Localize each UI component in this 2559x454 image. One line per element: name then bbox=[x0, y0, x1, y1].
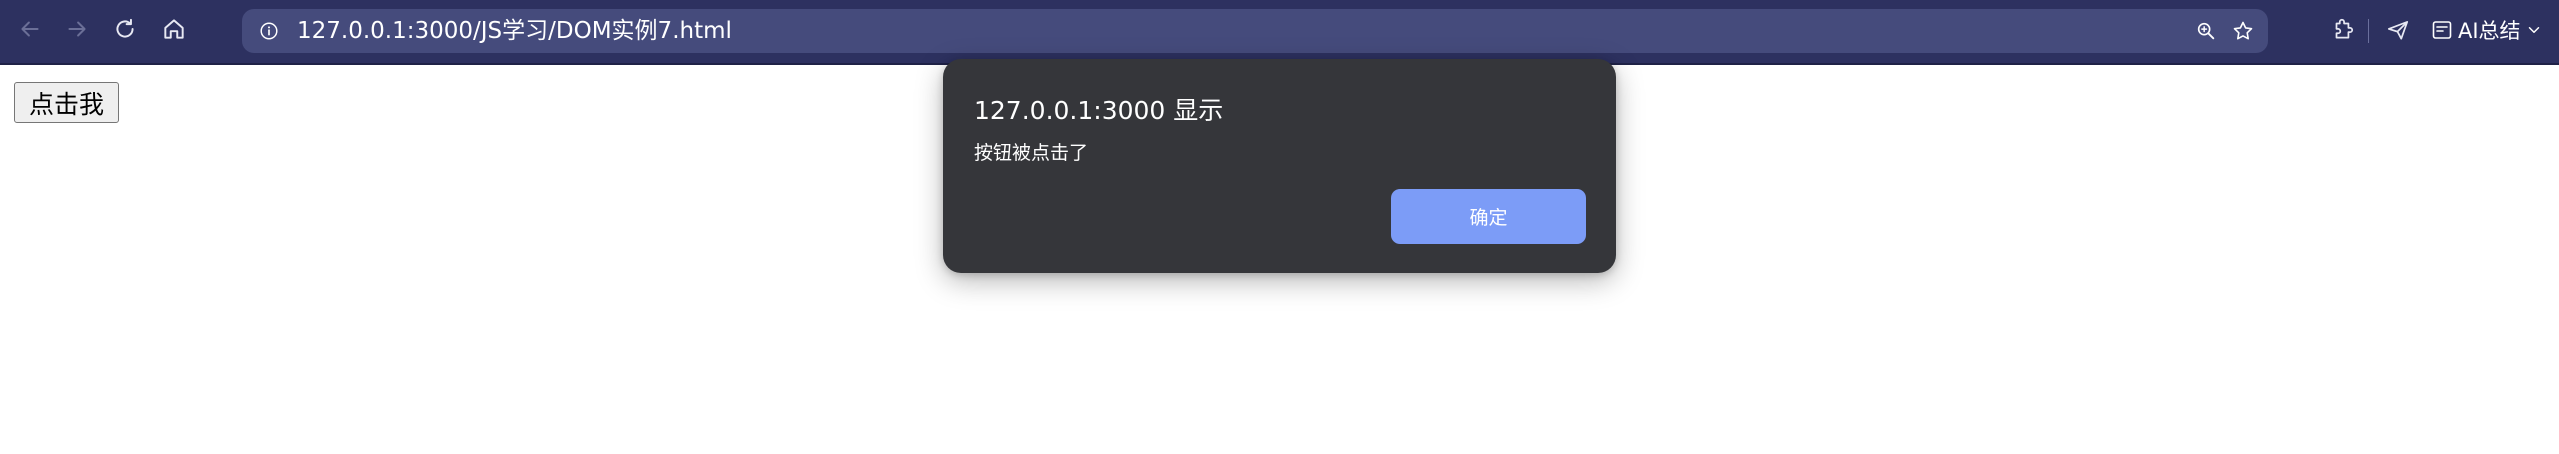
reload-icon bbox=[112, 16, 138, 47]
chevron-down-icon[interactable] bbox=[2525, 21, 2543, 39]
zoom-icon[interactable] bbox=[2193, 18, 2219, 44]
forward-button[interactable] bbox=[58, 12, 96, 50]
back-arrow-icon bbox=[17, 16, 43, 47]
star-icon[interactable] bbox=[2230, 18, 2256, 44]
info-icon[interactable] bbox=[256, 18, 282, 44]
puzzle-icon[interactable] bbox=[2327, 14, 2359, 46]
ai-summary-label: AI总结 bbox=[2458, 19, 2521, 43]
home-button[interactable] bbox=[155, 12, 193, 50]
reload-button[interactable] bbox=[106, 12, 144, 50]
dialog-title: 127.0.0.1:3000 显示 bbox=[974, 96, 1224, 125]
send-icon[interactable] bbox=[2382, 14, 2414, 46]
dialog-message: 按钮被点击了 bbox=[974, 142, 1089, 164]
browser-toolbar: 127.0.0.1:3000/JS学习/DOM实例7.html AI总结 bbox=[0, 0, 2559, 63]
click-me-button[interactable]: 点击我 bbox=[14, 82, 119, 123]
alert-dialog: 127.0.0.1:3000 显示 按钮被点击了 确定 bbox=[943, 59, 1616, 273]
ok-button[interactable]: 确定 bbox=[1391, 189, 1586, 244]
home-icon bbox=[161, 16, 187, 47]
url-text[interactable]: 127.0.0.1:3000/JS学习/DOM实例7.html bbox=[297, 9, 732, 53]
toolbar-separator bbox=[2368, 19, 2369, 43]
ai-summary-button[interactable]: AI总结 bbox=[2430, 12, 2543, 48]
summary-icon bbox=[2430, 18, 2454, 42]
forward-arrow-icon bbox=[64, 16, 90, 47]
back-button[interactable] bbox=[11, 12, 49, 50]
address-bar[interactable]: 127.0.0.1:3000/JS学习/DOM实例7.html bbox=[242, 9, 2268, 53]
